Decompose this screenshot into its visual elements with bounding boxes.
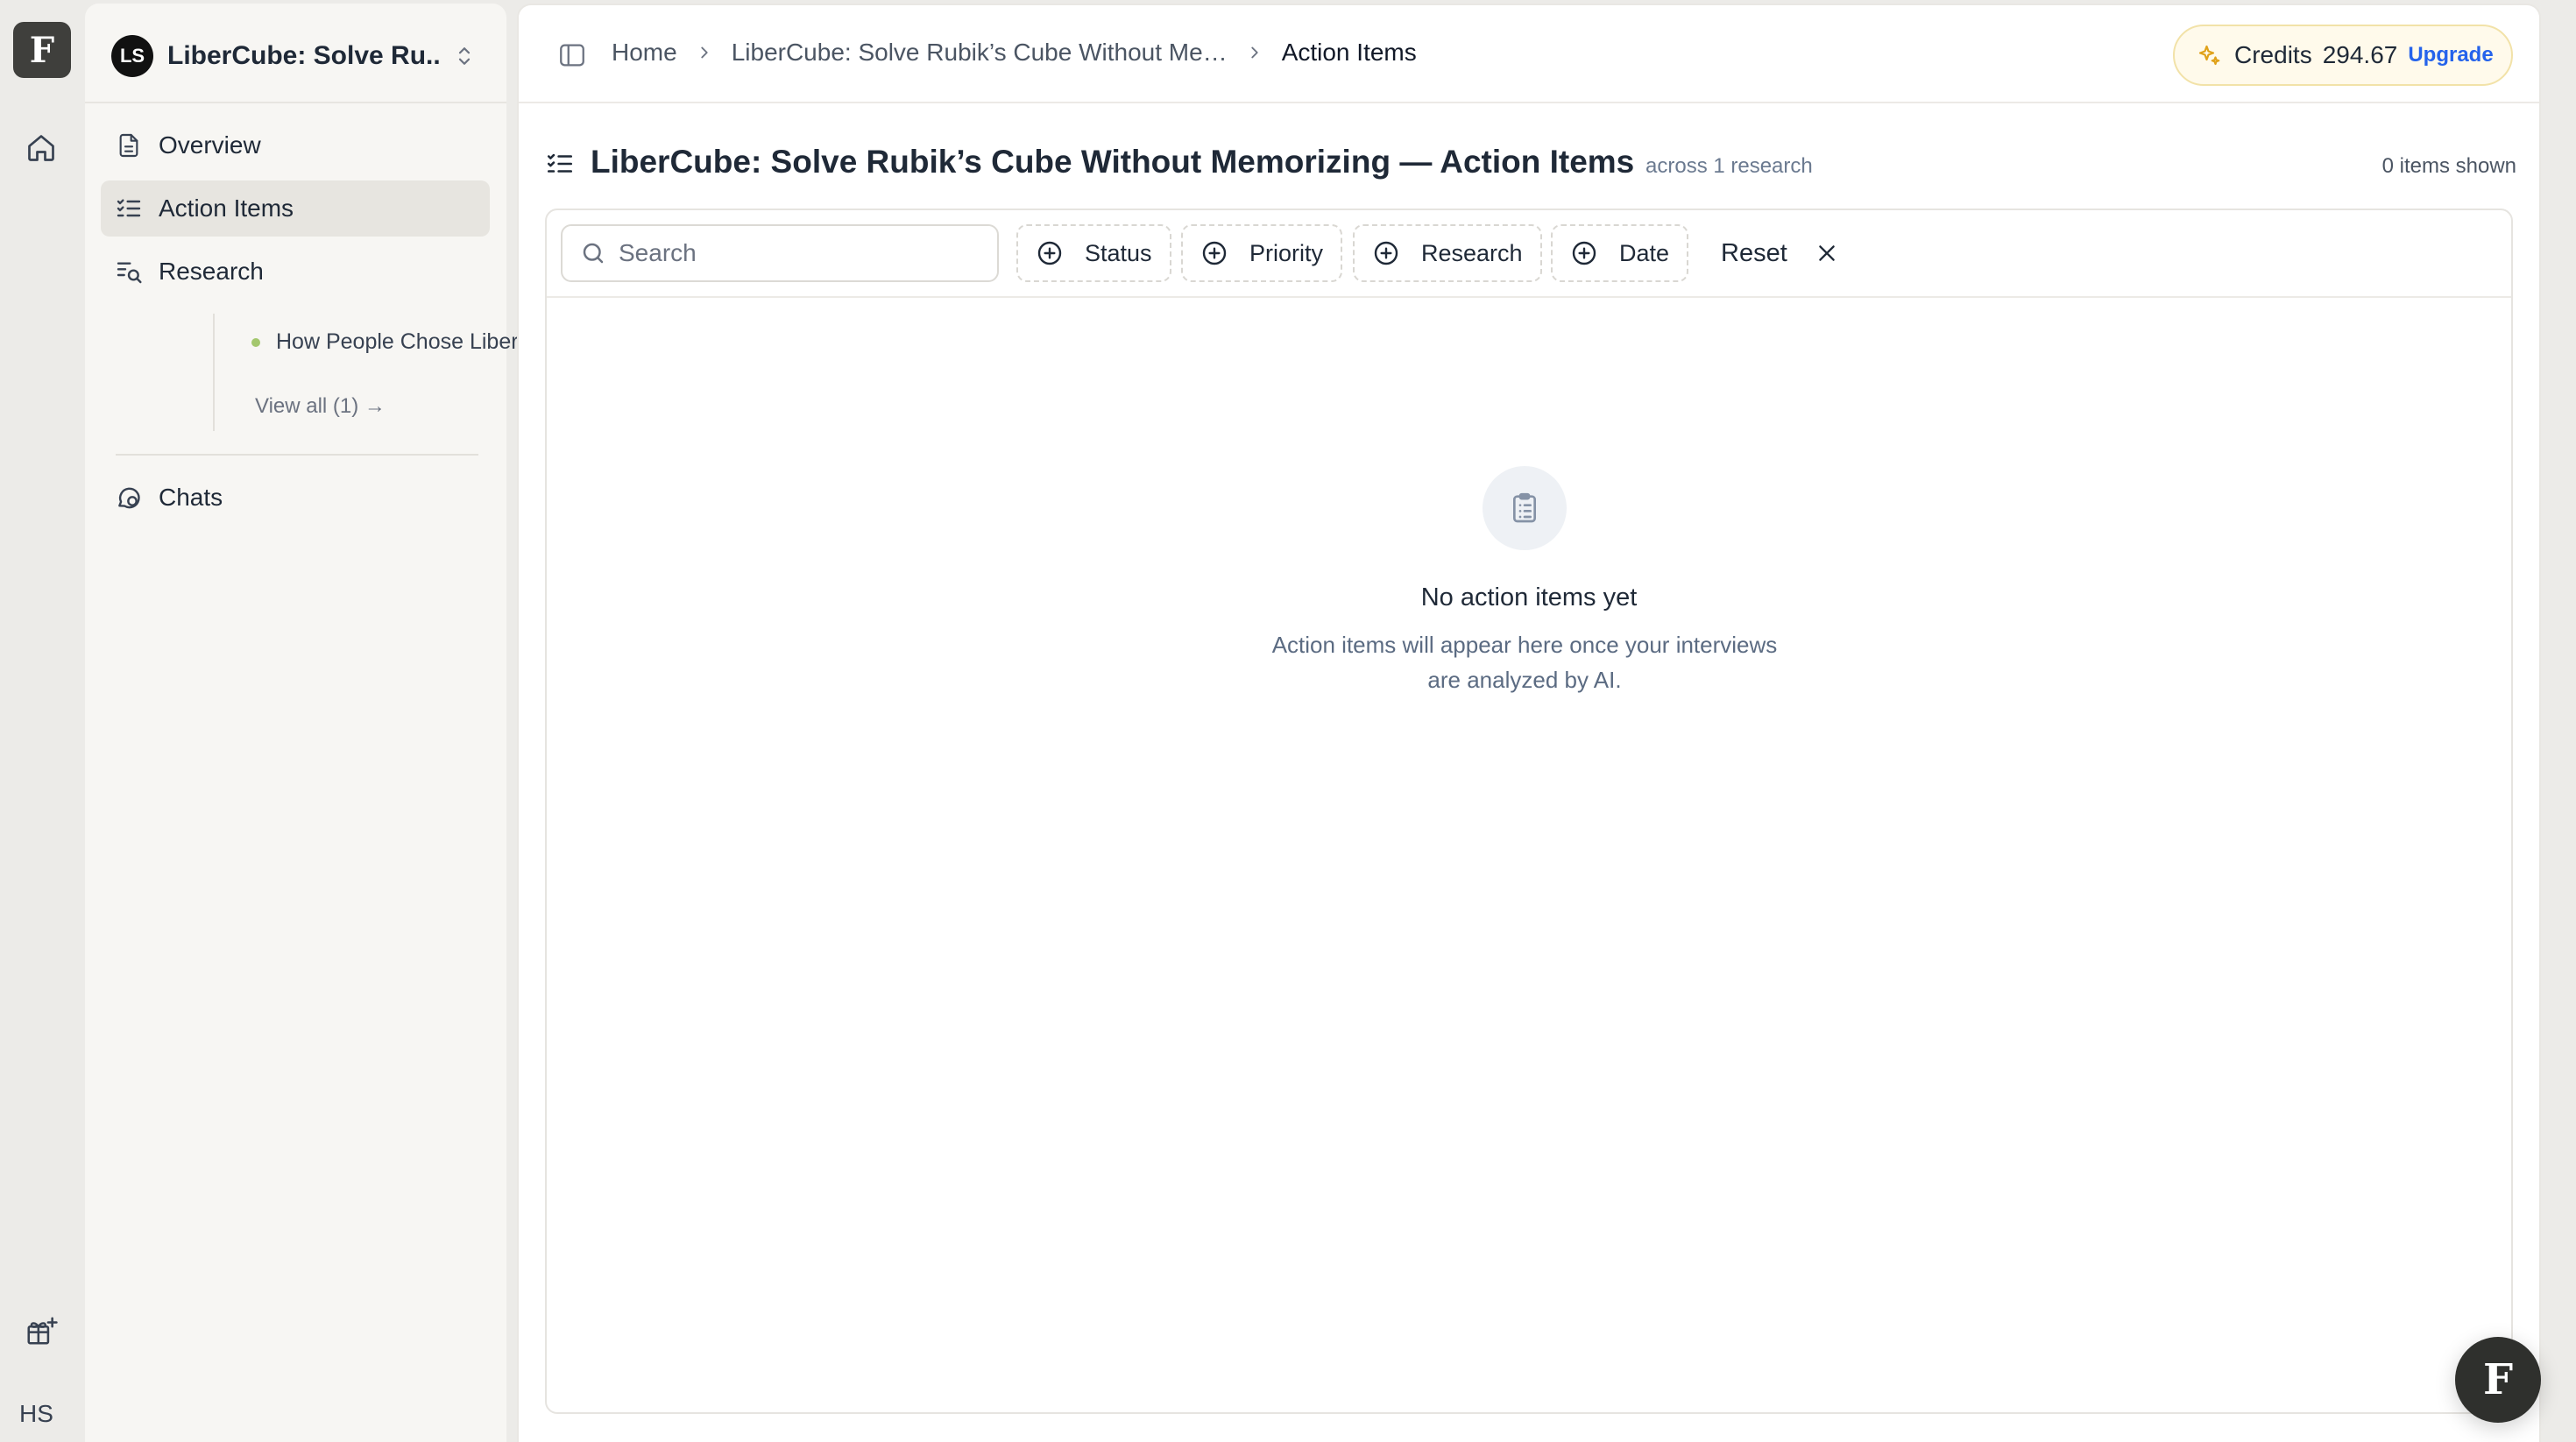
gift-icon[interactable] [25, 1314, 58, 1347]
sidebar-item-label: Overview [159, 131, 261, 159]
sidebar-item-label: Chats [159, 484, 223, 511]
checklist-icon [545, 149, 575, 179]
sidebar-item-research[interactable]: Research [101, 244, 490, 300]
reset-filters-button[interactable]: Reset [1721, 224, 1838, 282]
divider [116, 454, 478, 456]
breadcrumb-current: Action Items [1281, 39, 1417, 66]
sidebar-item-label: Research [159, 258, 264, 285]
empty-state-description: Action items will appear here once your … [1271, 632, 1778, 693]
chevron-right-icon [1245, 43, 1264, 62]
plus-circle-icon [1570, 239, 1598, 267]
sidebar-toggle-icon[interactable] [557, 40, 587, 70]
project-badge: LS [111, 35, 153, 77]
assistant-fab-button[interactable]: F [2455, 1337, 2541, 1423]
app-logo[interactable]: F [13, 22, 71, 78]
divider [85, 102, 506, 103]
view-all-link[interactable]: View all (1) → [255, 394, 386, 419]
search-icon [580, 240, 606, 266]
page-header: LiberCube: Solve Rubik’s Cube Without Me… [545, 144, 2516, 187]
sidebar-item-overview[interactable]: Overview [101, 117, 490, 173]
topbar: Home LiberCube: Solve Rubik’s Cube Witho… [519, 5, 2539, 103]
plus-circle-icon [1372, 239, 1400, 267]
plus-circle-icon [1036, 239, 1064, 267]
sparkle-icon [2196, 42, 2222, 68]
research-icon [115, 258, 143, 286]
page-subtitle: across 1 research [1645, 154, 1813, 178]
home-icon[interactable] [25, 132, 57, 164]
chat-icon [115, 484, 143, 512]
checklist-icon [115, 194, 143, 223]
close-icon [1815, 242, 1838, 265]
sidebar-item-action-items[interactable]: Action Items [101, 180, 490, 237]
reset-label: Reset [1721, 238, 1787, 267]
action-items-card: Status Priority Research Date [545, 209, 2513, 1414]
project-name: LiberCube: Solve Ru... [167, 41, 439, 70]
project-switcher[interactable]: LS LiberCube: Solve Ru... [111, 30, 483, 82]
document-icon [115, 131, 143, 159]
filter-status-button[interactable]: Status [1016, 224, 1171, 282]
chevron-up-down-icon [451, 43, 478, 69]
sidebar-item-chats[interactable]: Chats [101, 470, 490, 526]
filter-priority-button[interactable]: Priority [1181, 224, 1343, 282]
tree-line [213, 314, 215, 431]
breadcrumb-home[interactable]: Home [612, 39, 677, 67]
empty-state: No action items yet Action items will ap… [547, 298, 2511, 1414]
filter-research-button[interactable]: Research [1353, 224, 1542, 282]
project-sidebar: LS LiberCube: Solve Ru... Overview Actio… [85, 4, 570, 1442]
filter-label: Date [1619, 239, 1670, 266]
clipboard-list-icon [1483, 466, 1567, 550]
user-avatar[interactable]: HS [19, 1400, 53, 1428]
filter-date-button[interactable]: Date [1551, 224, 1689, 282]
status-dot [251, 337, 260, 347]
sidebar-item-label: Action Items [159, 194, 294, 222]
filter-label: Priority [1249, 239, 1324, 266]
search-box[interactable] [561, 224, 999, 282]
upgrade-link[interactable]: Upgrade [2408, 43, 2493, 67]
breadcrumb: Home LiberCube: Solve Rubik’s Cube Witho… [612, 39, 1417, 67]
credits-badge: Credits 294.67 Upgrade [2173, 25, 2513, 86]
filter-label: Research [1421, 239, 1523, 266]
credits-label: Credits [2234, 41, 2312, 68]
page-title: LiberCube: Solve Rubik’s Cube Without Me… [591, 144, 1635, 180]
app-rail: F HS [0, 0, 84, 1442]
main-panel: Home LiberCube: Solve Rubik’s Cube Witho… [517, 4, 2541, 1442]
plus-circle-icon [1200, 239, 1228, 267]
filter-label: Status [1085, 239, 1152, 266]
items-count: 0 items shown [2381, 154, 2516, 178]
empty-state-title: No action items yet [1420, 583, 1638, 611]
credits-value: 294.67 [2322, 41, 2398, 68]
chevron-right-icon [695, 43, 714, 62]
breadcrumb-project[interactable]: LiberCube: Solve Rubik’s Cube Without Me… [732, 39, 1228, 67]
search-input[interactable] [619, 239, 987, 267]
filter-bar: Status Priority Research Date [547, 210, 2511, 298]
